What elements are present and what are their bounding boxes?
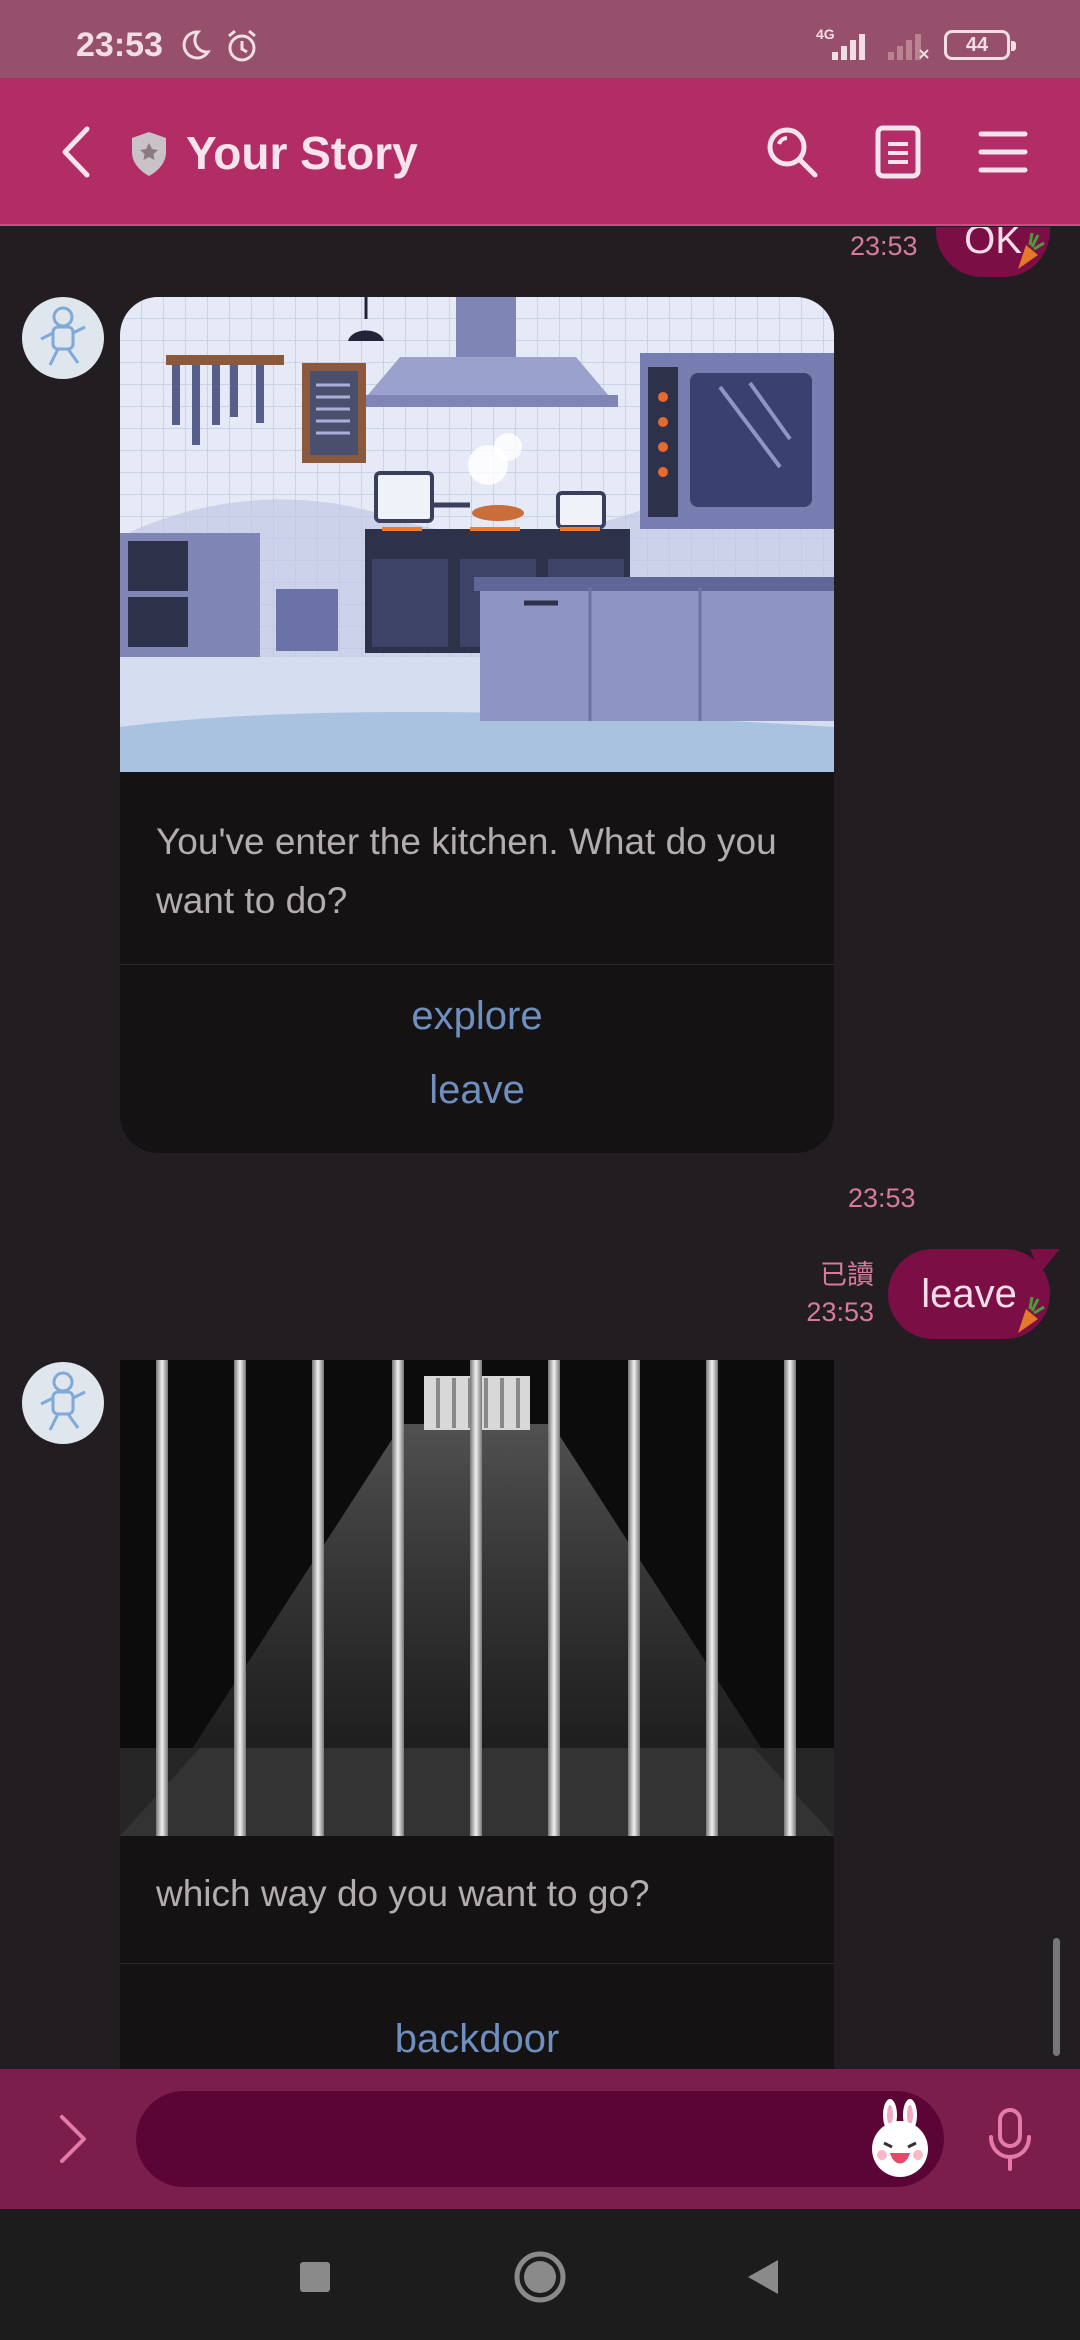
back-icon bbox=[62, 126, 90, 178]
carrot-icon bbox=[1018, 232, 1045, 269]
moon-icon bbox=[182, 30, 211, 60]
notes-button[interactable] bbox=[868, 122, 928, 182]
prison-image bbox=[120, 1360, 834, 1836]
recent-apps-button[interactable] bbox=[285, 2247, 345, 2307]
recent-apps-icon bbox=[300, 2262, 330, 2292]
alarm-icon bbox=[228, 29, 256, 62]
menu-icon bbox=[978, 131, 1028, 173]
read-receipt: 已讀 23:53 bbox=[790, 1257, 874, 1331]
action-backdoor[interactable]: backdoor bbox=[120, 1990, 834, 2069]
sticker-icon[interactable] bbox=[860, 2099, 940, 2179]
kitchen-image bbox=[120, 297, 834, 772]
signal-icon: 4G bbox=[816, 26, 872, 62]
status-time: 23:53 bbox=[76, 26, 163, 64]
status-bar: 23:53 4G 44 bbox=[0, 0, 1080, 78]
message-time: 23:53 bbox=[850, 231, 918, 261]
read-label: 已讀 bbox=[820, 1260, 874, 1290]
signal-off-icon bbox=[888, 34, 929, 60]
bubble-tail bbox=[1030, 1249, 1060, 1273]
page-title: Your Story bbox=[186, 127, 418, 179]
shield-icon bbox=[132, 132, 166, 176]
action-leave[interactable]: leave bbox=[120, 1041, 834, 1139]
chevron-right-icon bbox=[60, 2115, 86, 2163]
card-text: You've enter the kitchen. What do you wa… bbox=[156, 821, 777, 921]
runner-icon bbox=[40, 306, 86, 366]
runner-icon bbox=[40, 1371, 86, 1431]
mic-icon bbox=[989, 2108, 1031, 2171]
search-button[interactable] bbox=[762, 122, 822, 182]
chat-area[interactable]: 23:53 OK You've enter the kitchen. What … bbox=[0, 227, 1080, 2069]
input-bar bbox=[0, 2069, 1080, 2209]
card-text: which way do you want to go? bbox=[156, 1873, 650, 1914]
message-input[interactable] bbox=[136, 2091, 944, 2187]
back-button[interactable] bbox=[50, 122, 100, 182]
message-time: 23:53 bbox=[806, 1297, 874, 1327]
app-header: Your Story bbox=[0, 78, 1080, 226]
home-button[interactable] bbox=[510, 2247, 570, 2307]
avatar[interactable] bbox=[22, 297, 104, 379]
home-icon bbox=[514, 2251, 566, 2303]
search-icon bbox=[767, 127, 818, 178]
message-time: 23:53 bbox=[848, 1183, 916, 1213]
carrot-icon bbox=[1018, 1296, 1045, 1333]
expand-button[interactable] bbox=[48, 2109, 98, 2169]
story-card: which way do you want to go? backdoor bbox=[120, 1360, 834, 2069]
back-nav-button[interactable] bbox=[732, 2247, 792, 2307]
back-nav-icon bbox=[748, 2260, 778, 2294]
battery-indicator: 44 bbox=[944, 30, 1016, 60]
avatar[interactable] bbox=[22, 1362, 104, 1444]
mic-button[interactable] bbox=[980, 2105, 1040, 2175]
story-card: You've enter the kitchen. What do you wa… bbox=[120, 297, 834, 1153]
menu-button[interactable] bbox=[973, 122, 1033, 182]
system-nav-bar bbox=[0, 2209, 1080, 2340]
scrollbar-thumb[interactable] bbox=[1053, 1938, 1060, 2056]
notes-icon bbox=[875, 125, 921, 179]
